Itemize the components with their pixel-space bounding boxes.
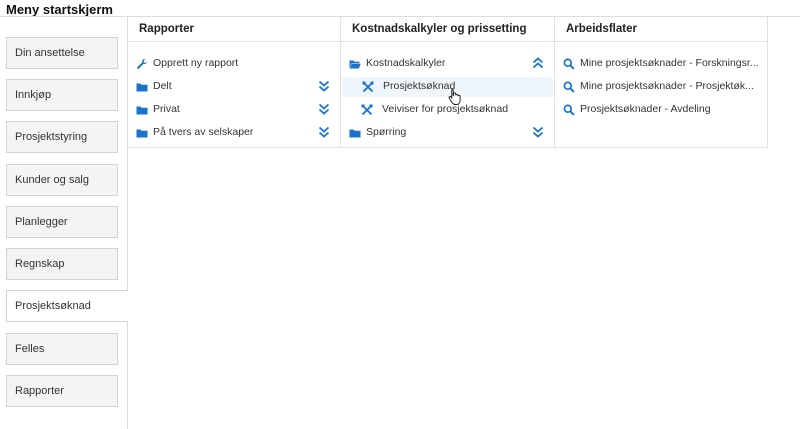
workspace-label: Mine prosjektsøknader - Forskningsr... [580,57,759,69]
hand-cursor-icon [448,88,462,105]
sidebar-item-prosjektsoknad[interactable]: Prosjektsøknad [6,290,128,322]
sidebar-item-prosjektstyring[interactable]: Prosjektstyring [6,121,118,153]
folder-item-privat[interactable]: Privat [128,100,340,120]
wrench-icon [136,58,148,70]
panel-title: Rapporter [128,17,340,42]
workspace-label: Mine prosjektsøknader - Prosjektøk... [580,80,754,92]
workspace-item-avdeling[interactable]: Prosjektsøknader - Avdeling [555,100,767,120]
panel-arbeidsflater: Arbeidsflater Mine prosjektsøknader - Fo… [555,17,768,148]
folder-item-delt[interactable]: Delt [128,77,340,97]
chevron-double-down-icon[interactable] [318,79,330,93]
folder-open-icon [349,58,361,70]
panel-rapporter: Rapporter Opprett ny rapport Delt Privat… [128,17,341,148]
chevron-double-down-icon[interactable] [532,125,544,139]
workspace-item-forskning[interactable]: Mine prosjektsøknader - Forskningsr... [555,54,767,74]
search-icon [563,104,575,116]
folder-item-kostnadskalkyler[interactable]: Kostnadskalkyler [341,54,554,74]
panel-kostnadskalkyler: Kostnadskalkyler og prissetting Kostnads… [341,17,555,148]
sidebar-item-regnskap[interactable]: Regnskap [6,248,118,280]
folder-label: Spørring [366,126,407,138]
folder-icon [136,81,148,93]
menu-item-label: Prosjektsøknad [383,80,456,92]
workspace-label: Prosjektsøknader - Avdeling [580,103,711,115]
folder-label: Kostnadskalkyler [366,57,446,69]
folder-icon [136,104,148,116]
sidebar: Din ansettelse Innkjøp Prosjektstyring K… [0,17,128,429]
panel-title: Arbeidsflater [555,17,767,42]
folder-label: Privat [153,103,180,115]
menu-item-opprett-ny-rapport[interactable]: Opprett ny rapport [128,54,340,74]
tools-icon [361,104,373,116]
sidebar-item-innkjop[interactable]: Innkjøp [6,79,118,111]
folder-label: På tvers av selskaper [153,126,254,138]
sidebar-item-kunder-og-salg[interactable]: Kunder og salg [6,164,118,196]
page-title: Meny startskjerm [6,2,113,17]
chevron-double-down-icon[interactable] [318,102,330,116]
sidebar-item-rapporter[interactable]: Rapporter [6,375,118,407]
folder-label: Delt [153,80,172,92]
sidebar-item-din-ansettelse[interactable]: Din ansettelse [6,37,118,69]
chevron-double-up-icon[interactable] [532,56,544,70]
menu-item-label: Veiviser for prosjektsøknad [382,103,509,115]
sidebar-item-felles[interactable]: Felles [6,333,118,365]
search-icon [563,58,575,70]
workspace-item-prosjektok[interactable]: Mine prosjektsøknader - Prosjektøk... [555,77,767,97]
sidebar-item-planlegger[interactable]: Planlegger [6,206,118,238]
chevron-double-down-icon[interactable] [318,125,330,139]
tools-icon [362,81,374,93]
menu-item-label: Opprett ny rapport [153,57,239,69]
panel-title: Kostnadskalkyler og prissetting [341,17,554,42]
folder-icon [349,127,361,139]
folder-icon [136,127,148,139]
folder-item-pa-tvers[interactable]: På tvers av selskaper [128,123,340,143]
search-icon [563,81,575,93]
folder-item-sporring[interactable]: Spørring [341,123,554,143]
